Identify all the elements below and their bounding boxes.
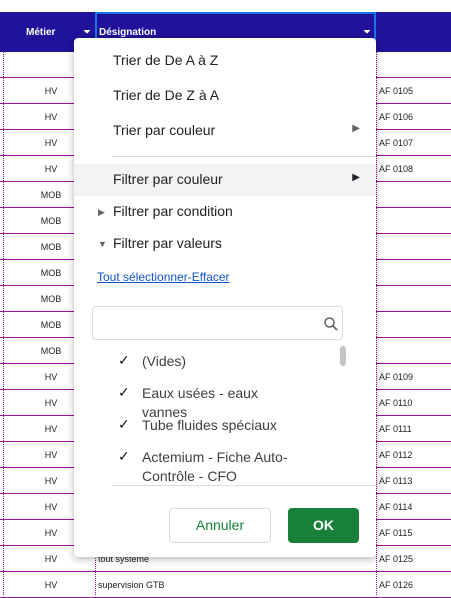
chevron-right-icon: ▶ bbox=[352, 172, 360, 183]
menu-item-filter-color[interactable]: Filtrer par couleur ▶ bbox=[74, 164, 376, 196]
clear-link[interactable]: Effacer bbox=[192, 270, 230, 284]
menu-item-label: Filtrer par condition bbox=[113, 203, 233, 219]
cell-metier[interactable]: HV bbox=[36, 580, 66, 590]
header-metier[interactable]: Métier bbox=[26, 27, 55, 38]
cell-code[interactable]: AF 0115 bbox=[379, 528, 412, 538]
cell-metier[interactable]: HV bbox=[36, 502, 66, 512]
menu-item-sort-color[interactable]: Trier par couleur ▶ bbox=[74, 115, 376, 147]
value-label: (Vides) bbox=[142, 353, 187, 369]
cell-metier[interactable]: HV bbox=[36, 476, 66, 486]
values-list: ✓ (Vides) ✓ Eaux usées - eaux vannes ✓ Tube f… bbox=[92, 344, 358, 484]
check-icon: ✓ bbox=[118, 448, 130, 464]
cell-metier[interactable]: MOB bbox=[36, 320, 66, 330]
value-item[interactable]: ✓ Eaux usées - eaux vannes bbox=[92, 376, 358, 420]
cell-metier[interactable]: HV bbox=[36, 138, 66, 148]
cell-designation[interactable]: supervision GTB bbox=[98, 580, 165, 590]
menu-item-label: Trier de De Z à A bbox=[113, 87, 220, 103]
menu-item-sort-az[interactable]: Trier de De A à Z bbox=[74, 45, 376, 77]
value-item[interactable]: ✓ Actemium - Fiche Auto-Contrôle - CFO bbox=[92, 440, 358, 484]
search-icon bbox=[324, 317, 338, 331]
check-icon: ✓ bbox=[118, 352, 130, 368]
value-item[interactable]: ✓ Tube fluides spéciaux bbox=[92, 408, 358, 440]
cell-code[interactable]: AF 0110 bbox=[379, 398, 412, 408]
cell-code[interactable]: AF 0111 bbox=[379, 424, 412, 434]
menu-item-label: Filtrer par valeurs bbox=[113, 235, 222, 251]
menu-item-sort-za[interactable]: Trier de De Z à A bbox=[74, 80, 376, 112]
cell-code[interactable]: AF 0108 bbox=[379, 164, 413, 174]
menu-divider bbox=[112, 156, 376, 157]
filter-icon[interactable]: ⏷ bbox=[363, 27, 371, 38]
cell-metier[interactable]: HV bbox=[36, 554, 66, 564]
menu-item-filter-condition[interactable]: ▶ Filtrer par condition bbox=[74, 196, 376, 228]
cell-metier[interactable]: MOB bbox=[36, 216, 66, 226]
filter-dropdown-menu: Trier de De A à Z Trier de De Z à A Trie… bbox=[74, 38, 376, 557]
menu-item-label: Trier de De A à Z bbox=[113, 52, 219, 68]
filter-icon[interactable]: ⏷ bbox=[83, 27, 91, 38]
triangle-right-icon: ▶ bbox=[98, 207, 105, 217]
header-designation[interactable]: Désignation bbox=[99, 27, 156, 38]
cell-metier[interactable]: MOB bbox=[36, 242, 66, 252]
select-links: Tout sélectionner-Effacer bbox=[97, 270, 230, 284]
cell-code[interactable]: AF 0105 bbox=[379, 86, 413, 96]
value-item[interactable]: ✓ (Vides) bbox=[92, 344, 358, 376]
cell-code[interactable]: AF 0125 bbox=[379, 554, 413, 564]
check-icon: ✓ bbox=[118, 416, 130, 432]
ok-button[interactable]: OK bbox=[288, 508, 359, 543]
cell-code[interactable]: AF 0126 bbox=[379, 580, 413, 590]
cell-metier[interactable]: HV bbox=[36, 164, 66, 174]
cell-code[interactable]: AF 0106 bbox=[379, 112, 413, 122]
menu-item-label: Trier par couleur bbox=[113, 122, 216, 138]
triangle-down-icon: ▼ bbox=[98, 239, 107, 249]
cell-metier[interactable]: HV bbox=[36, 398, 66, 408]
menu-item-filter-values[interactable]: ▼ Filtrer par valeurs bbox=[74, 228, 376, 260]
cell-code[interactable]: AF 0113 bbox=[379, 476, 412, 486]
table-row[interactable]: HV supervision GTB AF 0126 bbox=[0, 572, 451, 598]
cell-metier[interactable]: HV bbox=[36, 86, 66, 96]
cancel-button[interactable]: Annuler bbox=[169, 508, 271, 543]
cell-code[interactable]: AF 0114 bbox=[379, 502, 412, 512]
cell-metier[interactable]: MOB bbox=[36, 268, 66, 278]
search-input[interactable] bbox=[92, 306, 343, 340]
check-icon: ✓ bbox=[118, 384, 130, 400]
cell-metier[interactable]: MOB bbox=[36, 190, 66, 200]
cell-metier[interactable]: HV bbox=[36, 424, 66, 434]
chevron-right-icon: ▶ bbox=[352, 123, 360, 134]
cell-metier[interactable]: HV bbox=[36, 372, 66, 382]
cell-metier[interactable]: MOB bbox=[36, 346, 66, 356]
cell-code[interactable]: AF 0112 bbox=[379, 450, 412, 460]
cell-code[interactable]: AF 0109 bbox=[379, 372, 413, 382]
cell-metier[interactable]: HV bbox=[36, 528, 66, 538]
menu-item-label: Filtrer par couleur bbox=[113, 171, 223, 187]
cell-metier[interactable]: MOB bbox=[36, 294, 66, 304]
cell-metier[interactable]: HV bbox=[36, 112, 66, 122]
cell-metier[interactable]: HV bbox=[36, 450, 66, 460]
value-label: Actemium - Fiche Auto-Contrôle - CFO bbox=[142, 449, 288, 484]
values-scrollbar[interactable] bbox=[340, 346, 346, 366]
cell-code[interactable]: AF 0107 bbox=[379, 138, 413, 148]
select-all-link[interactable]: Tout sélectionner bbox=[97, 270, 188, 284]
list-divider bbox=[112, 485, 376, 486]
value-label: Tube fluides spéciaux bbox=[142, 417, 277, 433]
